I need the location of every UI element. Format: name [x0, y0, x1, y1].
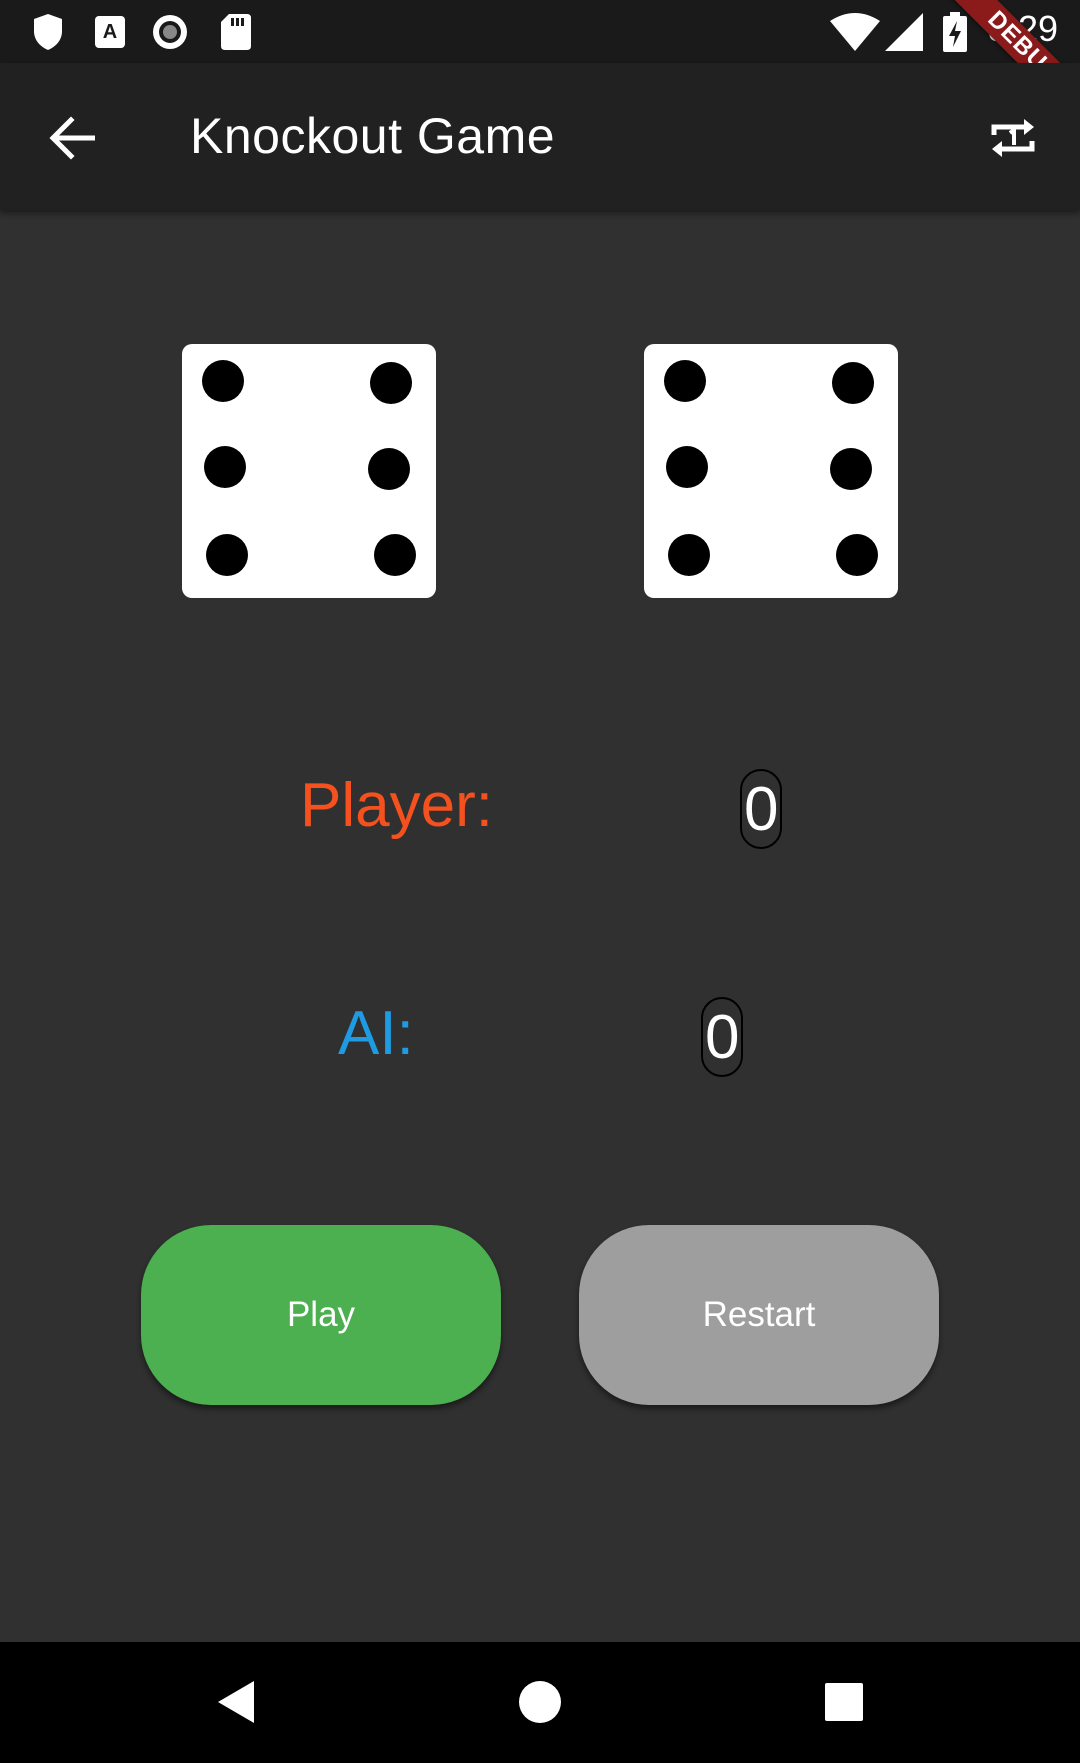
die-pip	[370, 362, 412, 404]
back-button[interactable]	[36, 101, 110, 175]
shield-icon	[28, 12, 68, 52]
record-icon	[150, 12, 190, 52]
die-right	[644, 344, 898, 598]
nav-recents-icon	[825, 1683, 863, 1721]
die-pip	[368, 448, 410, 490]
die-pip	[374, 534, 416, 576]
ai-score-value: 0	[701, 997, 743, 1077]
die-pip	[666, 446, 708, 488]
die-pip	[204, 446, 246, 488]
player-score-value: 0	[740, 769, 782, 849]
arrow-back-icon	[49, 116, 95, 160]
page-title: Knockout Game	[190, 108, 556, 164]
die-pip	[202, 360, 244, 402]
navigation-bar	[0, 1642, 1080, 1763]
nav-recents-button[interactable]	[814, 1672, 874, 1732]
wifi-icon	[830, 12, 880, 52]
status-bar: A 8:29	[0, 0, 1080, 63]
battery-charging-icon	[942, 12, 968, 52]
die-pip	[668, 534, 710, 576]
die-left	[182, 344, 436, 598]
a-badge-icon: A	[90, 12, 130, 52]
nav-home-button[interactable]	[510, 1672, 570, 1732]
signal-icon	[884, 12, 924, 52]
die-pip	[830, 448, 872, 490]
nav-back-button[interactable]	[206, 1672, 266, 1732]
nav-home-icon	[519, 1681, 561, 1723]
ai-score-label: AI:	[338, 999, 414, 1068]
nav-back-icon	[218, 1681, 254, 1723]
play-button[interactable]: Play	[141, 1225, 501, 1405]
app-bar: Knockout Game	[0, 63, 1080, 210]
svg-text:A: A	[103, 21, 117, 43]
die-pip	[664, 360, 706, 402]
player-score-label: Player:	[300, 771, 493, 840]
repeat-one-button[interactable]	[976, 101, 1050, 175]
repeat-one-icon	[991, 119, 1035, 157]
restart-button[interactable]: Restart	[579, 1225, 939, 1405]
die-pip	[836, 534, 878, 576]
die-pip	[206, 534, 248, 576]
die-pip	[832, 362, 874, 404]
sd-card-icon	[216, 12, 256, 52]
